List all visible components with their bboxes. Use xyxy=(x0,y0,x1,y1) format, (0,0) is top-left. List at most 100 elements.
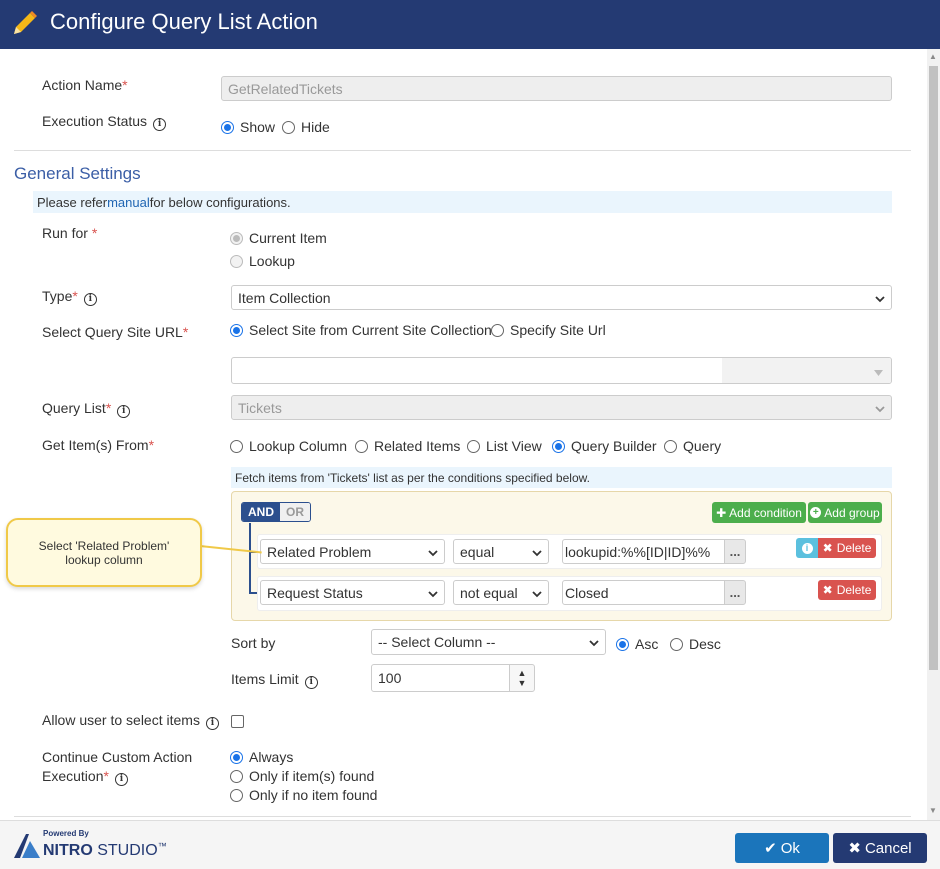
rule-operator-select[interactable]: not equal xyxy=(453,580,549,605)
type-label: Type* i xyxy=(42,288,97,306)
source-query-builder[interactable]: Query Builder xyxy=(552,438,657,454)
run-for-current-item[interactable]: Current Item xyxy=(230,230,327,246)
close-icon: ✖ xyxy=(822,583,833,597)
radio-icon[interactable] xyxy=(230,770,243,783)
items-limit-stepper[interactable]: ▲ ▼ xyxy=(509,664,535,692)
continue-if-found[interactable]: Only if item(s) found xyxy=(230,768,374,784)
info-icon[interactable]: i xyxy=(114,773,128,786)
radio-selected-icon[interactable] xyxy=(552,440,565,453)
continue-execution-label: Continue Custom Action xyxy=(42,749,193,765)
radio-icon[interactable] xyxy=(355,440,368,453)
radio-icon[interactable] xyxy=(664,440,677,453)
source-list-view[interactable]: List View xyxy=(467,438,542,454)
info-icon[interactable]: i xyxy=(117,405,131,418)
items-limit-label: Items Limit i xyxy=(231,671,318,689)
chevron-down-icon xyxy=(532,544,542,560)
info-icon[interactable]: i xyxy=(83,293,97,306)
cancel-button[interactable]: ✖ Cancel xyxy=(833,833,927,863)
rule-field-select[interactable]: Request Status xyxy=(260,580,445,605)
brand-name: NITRO STUDIO™ xyxy=(43,841,167,859)
chevron-down-icon xyxy=(532,585,542,601)
and-button[interactable]: AND xyxy=(242,503,280,521)
caret-down-icon[interactable]: ▼ xyxy=(518,678,527,688)
info-icon[interactable]: i xyxy=(304,676,318,689)
sort-column-select[interactable]: -- Select Column -- xyxy=(371,629,606,655)
add-condition-button[interactable]: ✚ Add condition xyxy=(712,502,806,523)
ellipsis-button[interactable]: ... xyxy=(724,539,746,564)
source-lookup-column[interactable]: Lookup Column xyxy=(230,438,347,454)
query-builder-note: Fetch items from 'Tickets' list as per t… xyxy=(231,467,892,488)
rule-value-input[interactable]: lookupid:%%[ID|ID]%% xyxy=(562,539,725,564)
scrollbar-thumb[interactable] xyxy=(929,66,938,670)
caret-up-icon[interactable]: ▲ xyxy=(518,668,527,678)
rule-value-input[interactable]: Closed xyxy=(562,580,725,605)
info-icon[interactable]: i xyxy=(153,118,167,131)
or-button[interactable]: OR xyxy=(280,503,310,521)
allow-select-label: Allow user to select items i xyxy=(42,712,219,730)
chevron-down-icon xyxy=(428,544,438,560)
nitro-logo-icon xyxy=(12,831,42,862)
plus-icon: ✚ xyxy=(716,505,727,520)
radio-icon[interactable] xyxy=(282,121,295,134)
radio-icon[interactable] xyxy=(230,440,243,453)
rule-info-button[interactable]: i xyxy=(796,538,818,558)
radio-selected-icon[interactable] xyxy=(230,232,243,245)
dialog-footer: Powered By NITRO STUDIO™ ✔ Ok ✖ Cancel xyxy=(0,820,940,869)
radio-icon[interactable] xyxy=(230,255,243,268)
plus-circle-icon: + xyxy=(810,507,822,518)
run-for-label: Run for * xyxy=(42,225,98,241)
sort-desc[interactable]: Desc xyxy=(670,636,721,652)
ok-button[interactable]: ✔ Ok xyxy=(735,833,829,863)
pencil-icon xyxy=(10,8,40,41)
radio-icon[interactable] xyxy=(230,789,243,802)
ellipsis-button[interactable]: ... xyxy=(724,580,746,605)
source-related-items[interactable]: Related Items xyxy=(355,438,460,454)
execution-status-hide[interactable]: Hide xyxy=(282,119,330,135)
continue-always[interactable]: Always xyxy=(230,749,293,765)
chevron-down-icon xyxy=(589,634,599,650)
and-or-toggle[interactable]: AND OR xyxy=(241,502,311,522)
type-select[interactable]: Item Collection xyxy=(231,285,892,310)
radio-selected-icon[interactable] xyxy=(230,324,243,337)
allow-select-checkbox[interactable] xyxy=(231,715,244,728)
manual-link[interactable]: manual xyxy=(107,195,150,210)
add-group-button[interactable]: + Add group xyxy=(808,502,882,523)
divider xyxy=(14,150,911,151)
chevron-down-icon xyxy=(428,585,438,601)
radio-selected-icon[interactable] xyxy=(221,121,234,134)
action-name-input[interactable]: GetRelatedTickets xyxy=(221,76,892,101)
site-select[interactable] xyxy=(231,357,892,384)
continue-if-none[interactable]: Only if no item found xyxy=(230,787,377,803)
radio-selected-icon[interactable] xyxy=(230,751,243,764)
sort-by-label: Sort by xyxy=(231,635,276,651)
delete-rule-button[interactable]: ✖ Delete xyxy=(818,538,876,558)
rule-field-select[interactable]: Related Problem xyxy=(260,539,445,564)
query-site-url-label: Select Query Site URL* xyxy=(42,324,189,340)
query-list-label: Query List* i xyxy=(42,400,131,418)
scroll-down-icon[interactable]: ▼ xyxy=(929,806,937,815)
radio-icon[interactable] xyxy=(670,638,683,651)
caret-down-icon xyxy=(874,363,883,379)
execution-status-show[interactable]: Show xyxy=(221,119,275,135)
radio-icon[interactable] xyxy=(491,324,504,337)
site-current-collection[interactable]: Select Site from Current Site Collection xyxy=(230,322,492,338)
run-for-lookup[interactable]: Lookup xyxy=(230,253,295,269)
items-limit-input[interactable]: 100 xyxy=(371,664,510,692)
rule-operator-select[interactable]: equal xyxy=(453,539,549,564)
chevron-down-icon xyxy=(875,290,885,306)
sort-asc[interactable]: Asc xyxy=(616,636,658,652)
info-icon[interactable]: i xyxy=(205,717,219,730)
chevron-down-icon xyxy=(875,400,885,416)
info-icon: i xyxy=(801,542,813,554)
close-icon: ✖ xyxy=(848,840,861,857)
close-icon: ✖ xyxy=(822,541,833,555)
radio-icon[interactable] xyxy=(467,440,480,453)
site-specify-url[interactable]: Specify Site Url xyxy=(491,322,606,338)
delete-rule-button[interactable]: ✖ Delete xyxy=(818,580,876,600)
scroll-up-icon[interactable]: ▲ xyxy=(929,52,937,61)
query-list-select[interactable]: Tickets xyxy=(231,395,892,420)
tree-line xyxy=(249,523,251,593)
query-builder: AND OR ✚ Add condition + Add group Related… xyxy=(231,491,892,621)
source-query[interactable]: Query xyxy=(664,438,721,454)
radio-selected-icon[interactable] xyxy=(616,638,629,651)
